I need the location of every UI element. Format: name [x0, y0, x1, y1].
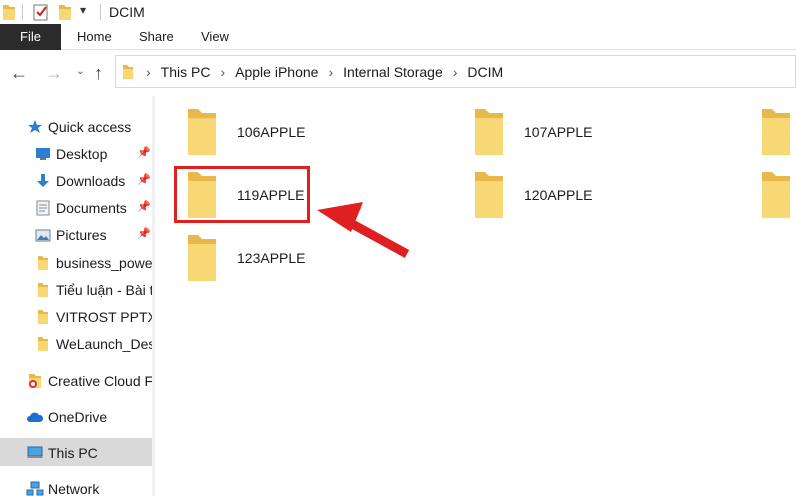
folder-tile[interactable]: 106APPLE [185, 106, 435, 166]
sidebar-item-label: Desktop [56, 146, 108, 162]
folder-icon [34, 335, 52, 353]
sidebar-item-this-pc[interactable]: This PC [26, 441, 98, 465]
folder-tile-partial[interactable] [759, 169, 796, 229]
tab-view[interactable]: View [201, 24, 229, 50]
ribbon: File Home Share View [0, 24, 796, 50]
breadcrumb: › This PC › Apple iPhone › Internal Stor… [146, 56, 503, 87]
folder-icon [762, 172, 790, 218]
tab-home[interactable]: Home [77, 24, 112, 50]
breadcrumb-dcim[interactable]: DCIM [467, 64, 503, 80]
folder-name: 107APPLE [524, 124, 593, 140]
folder-name: 106APPLE [237, 124, 306, 140]
sidebar-item-quick-access[interactable]: Quick access [26, 115, 131, 139]
folder-tile-partial[interactable] [759, 106, 796, 166]
sidebar-item-label: business_power [56, 255, 155, 271]
file-list: 106APPLE 107APPLE 119APPLE 120APPLE 123A… [155, 96, 796, 496]
sidebar-item-label: Network [48, 481, 100, 496]
sidebar-item-folder[interactable]: WeLaunch_Desig [34, 332, 155, 356]
pin-icon[interactable]: 📌 [137, 146, 151, 159]
new-folder-icon[interactable] [58, 3, 72, 21]
folder-name: 120APPLE [524, 187, 593, 203]
tab-share[interactable]: Share [139, 24, 174, 50]
back-arrow-icon[interactable]: ← [10, 62, 28, 84]
toolbar-separator [22, 4, 23, 20]
chevron-right-icon: › [146, 63, 151, 80]
folder-icon [188, 109, 216, 155]
sidebar-item-desktop[interactable]: Desktop [34, 142, 107, 166]
title-bar: ▾ DCIM [0, 0, 796, 24]
sidebar-item-label: Pictures [56, 227, 107, 243]
star-icon [26, 118, 44, 136]
up-arrow-icon[interactable]: ↑ [94, 62, 103, 84]
folder-icon [762, 109, 790, 155]
folder-icon [34, 281, 52, 299]
pictures-icon [34, 226, 52, 244]
pin-icon[interactable]: 📌 [137, 227, 151, 240]
folder-icon [123, 65, 133, 79]
folder-icon [475, 172, 503, 218]
customize-toolbar-icon[interactable]: ▾ [80, 3, 86, 17]
folder-tile[interactable]: 107APPLE [472, 106, 722, 166]
breadcrumb-apple-iphone[interactable]: Apple iPhone [235, 64, 318, 80]
properties-icon[interactable] [33, 3, 49, 21]
folder-icon [34, 308, 52, 326]
pin-icon[interactable]: 📌 [137, 200, 151, 213]
sidebar-item-label: OneDrive [48, 409, 108, 425]
toolbar-separator [100, 4, 101, 20]
folder-tile[interactable]: 120APPLE [472, 169, 722, 229]
chevron-right-icon[interactable]: › [220, 64, 225, 80]
sidebar-item-onedrive[interactable]: OneDrive [26, 405, 107, 429]
cloud-icon [26, 408, 44, 426]
chevron-right-icon[interactable]: › [328, 64, 333, 80]
highlight-box [174, 166, 310, 223]
sidebar-item-creative-cloud[interactable]: Creative Cloud File [26, 369, 155, 393]
breadcrumb-internal-storage[interactable]: Internal Storage [343, 64, 443, 80]
tab-file[interactable]: File [0, 24, 61, 50]
sidebar-item-label: VITROST PPTX [56, 309, 155, 325]
sidebar-item-folder[interactable]: business_power [34, 251, 155, 275]
folder-icon [34, 254, 52, 272]
sidebar-item-downloads[interactable]: Downloads [34, 169, 125, 193]
computer-icon [26, 444, 44, 462]
sidebar-item-label: Downloads [56, 173, 126, 189]
sidebar-item-label: Documents [56, 200, 127, 216]
pin-icon[interactable]: 📌 [137, 173, 151, 186]
sidebar-item-pictures[interactable]: Pictures [34, 223, 107, 247]
folder-icon[interactable] [2, 3, 16, 21]
sidebar-item-documents[interactable]: Documents [34, 196, 127, 220]
documents-icon [34, 199, 52, 217]
folder-icon [475, 109, 503, 155]
sidebar-item-label: WeLaunch_Desig [56, 336, 155, 352]
sidebar-item-folder[interactable]: VITROST PPTX [34, 305, 155, 329]
folder-icon [188, 235, 216, 281]
network-icon [26, 480, 44, 496]
recent-locations-icon[interactable]: ⌄ [76, 66, 84, 77]
creative-cloud-folder-icon [26, 372, 44, 390]
address-bar[interactable]: › This PC › Apple iPhone › Internal Stor… [115, 55, 796, 88]
sidebar-item-network[interactable]: Network [26, 477, 99, 496]
downloads-icon [34, 172, 52, 190]
navigation-pane: Quick access Desktop 📌 Downloads 📌 Docum… [0, 96, 155, 496]
sidebar-item-label: Tiểu luận - Bài th [56, 282, 155, 298]
sidebar-item-label: This PC [48, 445, 98, 461]
chevron-right-icon[interactable]: › [453, 64, 458, 80]
desktop-icon [34, 145, 52, 163]
sidebar-item-label: Creative Cloud File [48, 373, 155, 389]
sidebar-item-label: Quick access [48, 119, 132, 135]
forward-arrow-icon[interactable]: → [45, 62, 63, 84]
folder-name: 123APPLE [237, 250, 306, 266]
sidebar-item-folder[interactable]: Tiểu luận - Bài th [34, 278, 155, 302]
breadcrumb-this-pc[interactable]: This PC [161, 64, 211, 80]
window-title: DCIM [109, 4, 145, 20]
red-arrow-icon [317, 202, 410, 258]
